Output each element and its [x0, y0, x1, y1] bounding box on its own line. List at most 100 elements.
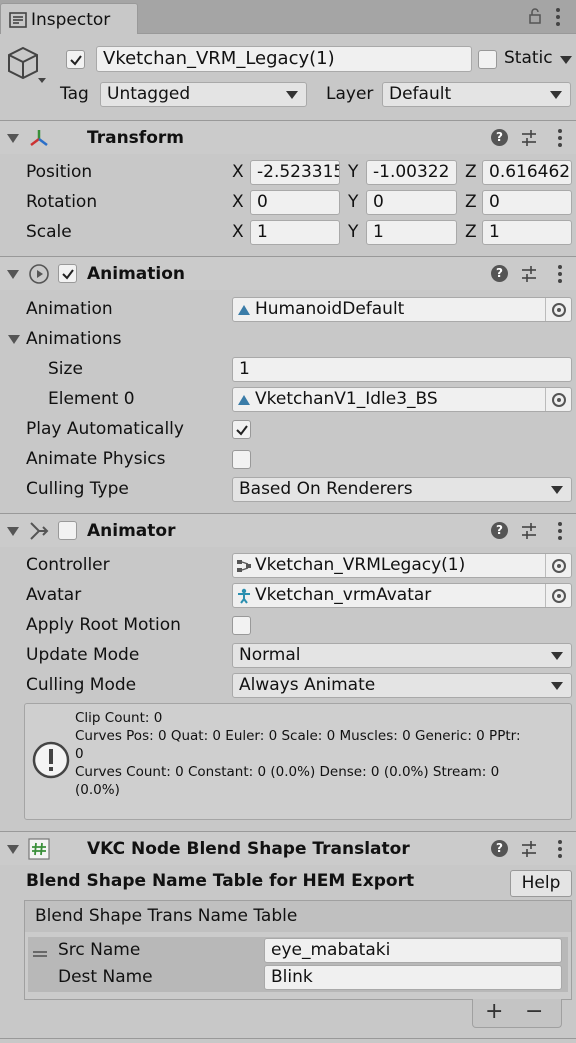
position-z-input[interactable]: 0.616462: [482, 160, 572, 185]
transform-header[interactable]: Transform ?: [0, 120, 576, 154]
component-menu-icon[interactable]: [558, 522, 562, 543]
fold-arrow-icon[interactable]: [7, 134, 19, 143]
presets-icon[interactable]: [520, 129, 538, 147]
object-picker-icon[interactable]: [545, 554, 571, 577]
active-checkbox[interactable]: [66, 50, 85, 69]
src-name-label: Src Name: [58, 940, 141, 960]
static-checkbox[interactable]: [478, 50, 497, 69]
avatar-field[interactable]: Vketchan_vrmAvatar: [232, 583, 572, 608]
info-icon: [32, 741, 70, 779]
axis-y-label[interactable]: Y: [348, 222, 358, 242]
divider: [0, 1038, 576, 1039]
axis-y-label[interactable]: Y: [348, 192, 358, 212]
tag-dropdown[interactable]: Untagged: [100, 82, 307, 107]
axis-x-label[interactable]: X: [232, 162, 244, 182]
animation-header[interactable]: Animation ?: [0, 256, 576, 290]
add-button[interactable]: +: [485, 999, 503, 1024]
animator-enabled-checkbox[interactable]: [58, 521, 77, 540]
scale-z-input[interactable]: 1: [482, 220, 572, 245]
position-y-input[interactable]: -1.00322: [366, 160, 457, 185]
fold-arrow-icon[interactable]: [7, 270, 19, 279]
animations-fold-icon[interactable]: [8, 335, 20, 344]
help-icon[interactable]: ?: [491, 129, 508, 146]
update-mode-dropdown[interactable]: Normal: [232, 643, 572, 668]
culling-mode-dropdown[interactable]: Always Animate: [232, 673, 572, 698]
tab-menu-icon[interactable]: [556, 8, 560, 29]
root-motion-checkbox[interactable]: [232, 616, 251, 635]
presets-icon[interactable]: [520, 840, 538, 858]
static-label: Static: [504, 48, 553, 68]
layer-label: Layer: [326, 84, 374, 104]
update-mode-value: Normal: [239, 645, 301, 665]
table-row[interactable]: Src Name eye_mabataki Dest Name Blink: [28, 937, 568, 992]
axis-y-label[interactable]: Y: [348, 162, 358, 182]
tab-inspector[interactable]: Inspector: [0, 3, 138, 34]
controller-value: Vketchan_VRMLegacy(1): [255, 555, 466, 575]
scale-label: Scale: [26, 222, 72, 242]
inspector-icon: [9, 12, 27, 28]
scale-y-input[interactable]: 1: [366, 220, 457, 245]
info-line: 0: [75, 746, 84, 762]
fold-arrow-icon[interactable]: [7, 527, 19, 536]
animation-clip-field[interactable]: HumanoidDefault: [232, 297, 572, 322]
gameobject-icon[interactable]: [6, 44, 50, 86]
vkc-header[interactable]: VKC Node Blend Shape Translator ?: [0, 831, 576, 865]
avatar-label: Avatar: [26, 585, 82, 605]
rotation-y-input[interactable]: 0: [366, 190, 457, 215]
play-auto-checkbox[interactable]: [232, 420, 251, 439]
help-icon[interactable]: ?: [491, 265, 508, 282]
component-menu-icon[interactable]: [558, 840, 562, 861]
vkc-title: VKC Node Blend Shape Translator: [87, 839, 410, 859]
object-name-input[interactable]: Vketchan_VRM_Legacy(1): [96, 46, 472, 72]
dest-name-input[interactable]: Blink: [264, 965, 562, 990]
axis-z-label[interactable]: Z: [465, 192, 477, 212]
dest-name-label: Dest Name: [58, 967, 153, 987]
object-picker-icon[interactable]: [545, 298, 571, 321]
culling-type-dropdown[interactable]: Based On Renderers: [232, 477, 572, 502]
axis-x-label[interactable]: X: [232, 222, 244, 242]
play-auto-label: Play Automatically: [26, 419, 184, 439]
animator-controller-icon: [237, 560, 251, 572]
rotation-z-input[interactable]: 0: [482, 190, 572, 215]
lock-icon[interactable]: [528, 8, 542, 24]
layer-dropdown[interactable]: Default: [382, 82, 571, 107]
position-x-input[interactable]: -2.523315: [250, 160, 340, 185]
help-button[interactable]: Help: [510, 870, 572, 897]
component-menu-icon[interactable]: [558, 265, 562, 286]
fold-arrow-icon[interactable]: [7, 845, 19, 854]
object-picker-icon[interactable]: [545, 388, 571, 411]
animate-physics-checkbox[interactable]: [232, 450, 251, 469]
axis-z-label[interactable]: Z: [465, 222, 477, 242]
name-table-title: Blend Shape Trans Name Table: [35, 906, 298, 926]
chevron-down-icon: [551, 652, 563, 660]
help-icon[interactable]: ?: [491, 840, 508, 857]
animation-clip-label: Animation: [26, 299, 113, 319]
animation-enabled-checkbox[interactable]: [58, 264, 77, 283]
culling-mode-value: Always Animate: [239, 675, 376, 695]
static-dropdown-icon[interactable]: [560, 56, 572, 64]
info-line: (0.0%): [75, 782, 120, 798]
object-picker-icon[interactable]: [545, 584, 571, 607]
script-icon: [28, 838, 50, 860]
axis-z-label[interactable]: Z: [465, 162, 477, 182]
component-menu-icon[interactable]: [558, 129, 562, 150]
rotation-x-input[interactable]: 0: [250, 190, 340, 215]
src-name-input[interactable]: eye_mabataki: [264, 938, 562, 963]
info-line: Curves Pos: 0 Quat: 0 Euler: 0 Scale: 0 …: [75, 728, 521, 744]
presets-icon[interactable]: [520, 265, 538, 283]
animations-label[interactable]: Animations: [26, 329, 122, 349]
transform-title: Transform: [87, 128, 184, 148]
controller-field[interactable]: Vketchan_VRMLegacy(1): [232, 553, 572, 578]
scale-x-input[interactable]: 1: [250, 220, 340, 245]
size-input[interactable]: 1: [232, 357, 572, 382]
remove-button[interactable]: −: [525, 999, 543, 1024]
chevron-down-icon: [551, 486, 563, 494]
animator-info-text: Clip Count: 0 Curves Pos: 0 Quat: 0 Eule…: [75, 709, 567, 799]
axis-x-label[interactable]: X: [232, 192, 244, 212]
element0-field[interactable]: VketchanV1_Idle3_BS: [232, 387, 572, 412]
animator-icon: [30, 522, 49, 540]
drag-handle-icon[interactable]: [32, 950, 48, 958]
animator-header[interactable]: Animator ?: [0, 513, 576, 547]
help-icon[interactable]: ?: [491, 522, 508, 539]
presets-icon[interactable]: [520, 522, 538, 540]
